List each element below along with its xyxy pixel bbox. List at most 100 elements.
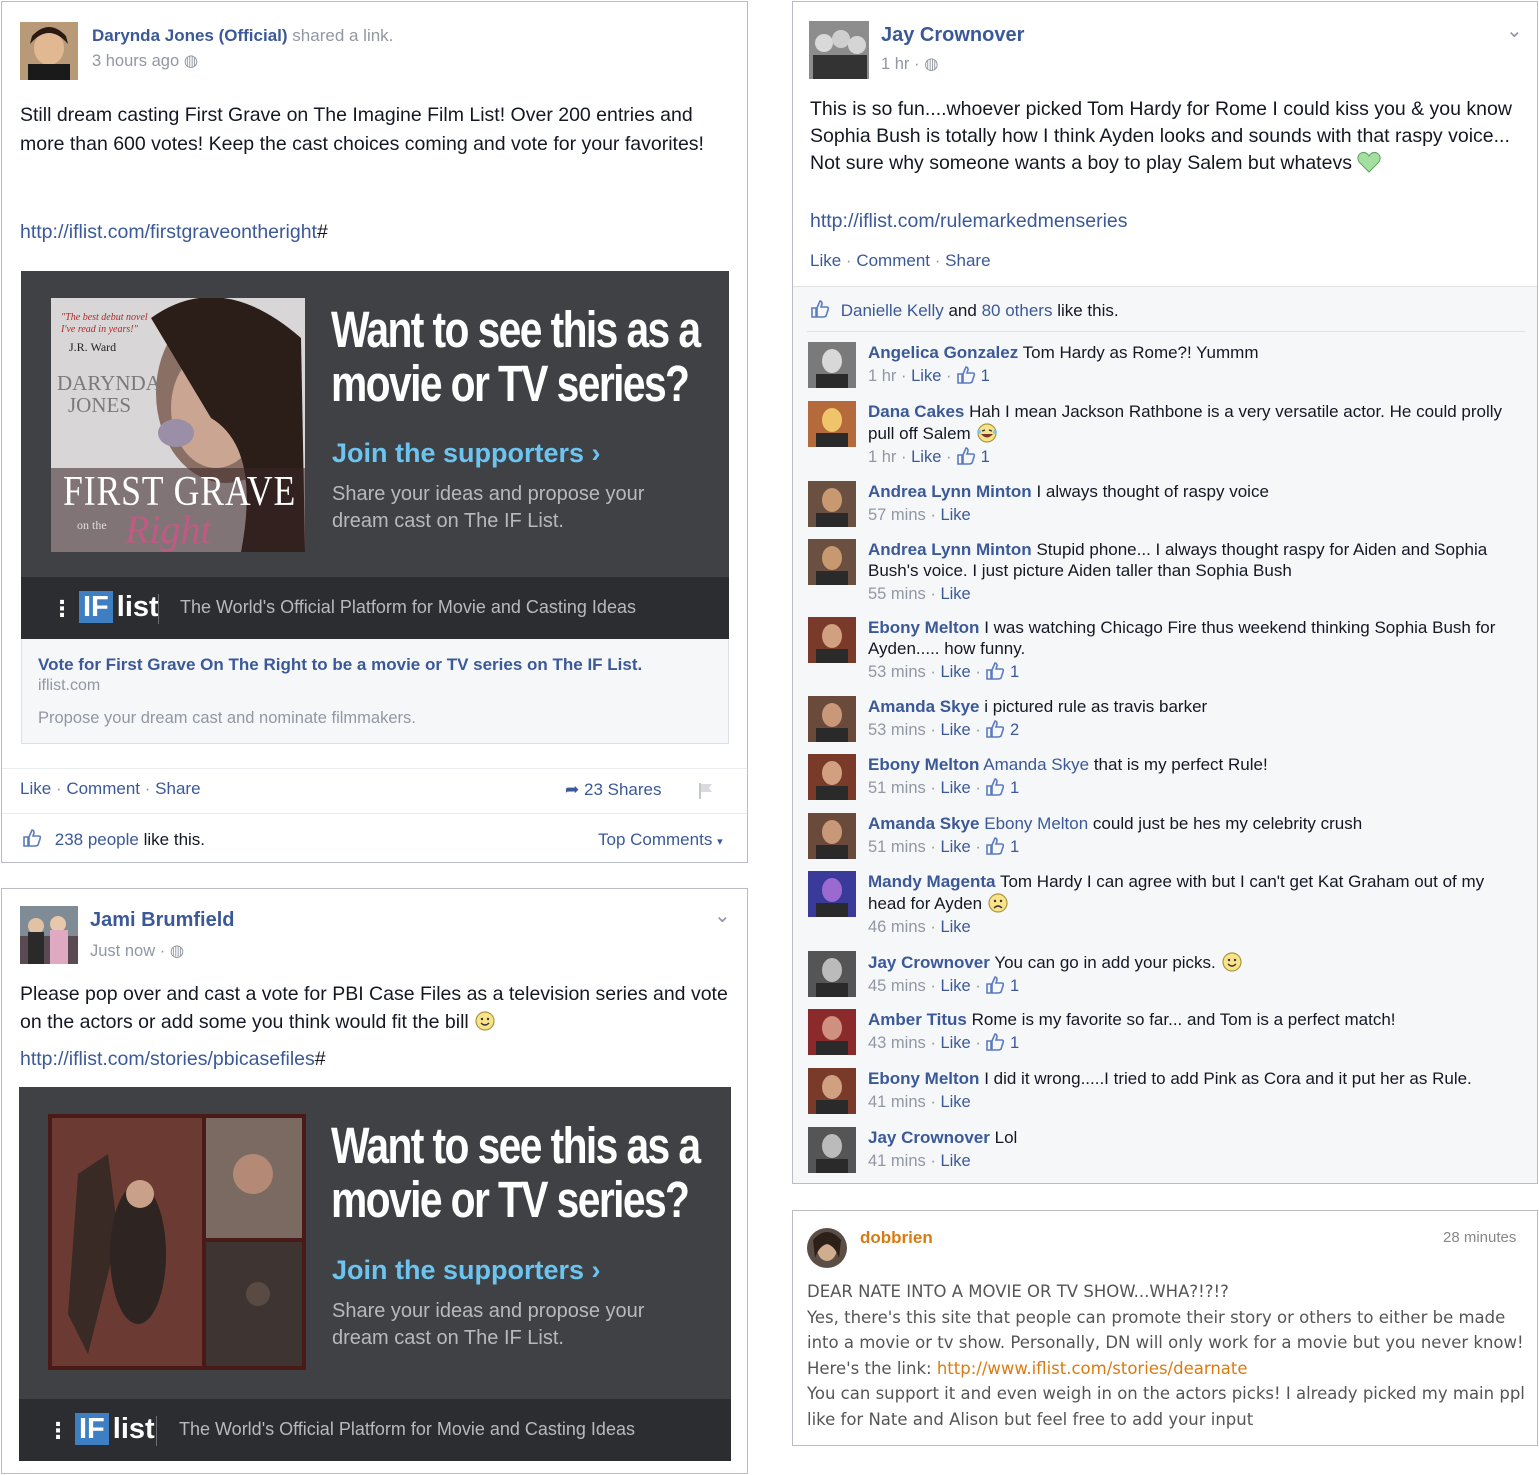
comment-time[interactable]: 1 hr <box>868 448 896 466</box>
comment-tag[interactable]: Amanda Skye <box>983 755 1089 774</box>
comment-time[interactable]: 41 mins <box>868 1152 926 1170</box>
post-time[interactable]: 3 hours ago <box>92 52 179 70</box>
avatar[interactable] <box>808 342 856 388</box>
like-link[interactable]: Like <box>810 251 841 270</box>
top-comments-dropdown[interactable]: Top Comments <box>598 830 712 849</box>
author-name[interactable]: Jay Crownover <box>881 24 1024 47</box>
comment-like-link[interactable]: Like <box>940 977 970 995</box>
comment-author[interactable]: Ebony Melton <box>868 755 979 774</box>
comment-like-link[interactable]: Like <box>940 838 970 856</box>
avatar[interactable] <box>808 481 856 527</box>
comment-time[interactable]: 41 mins <box>868 1093 926 1111</box>
comment-time[interactable]: 57 mins <box>868 506 926 524</box>
flag-icon[interactable] <box>696 782 714 800</box>
comment-time[interactable]: 43 mins <box>868 1034 926 1052</box>
join-supporters-link[interactable]: Join the supporters › <box>332 1255 601 1286</box>
post-time[interactable]: 1 hr <box>881 55 909 73</box>
comment-like-count[interactable]: 1 <box>956 366 990 385</box>
avatar[interactable] <box>808 754 856 800</box>
share-link[interactable]: Share <box>945 251 990 270</box>
post-link[interactable]: http://iflist.com/rulemarkedmenseries <box>810 210 1128 232</box>
post-time[interactable]: Just now <box>90 942 155 960</box>
comment-like-count[interactable]: 1 <box>985 1033 1019 1052</box>
avatar[interactable] <box>808 1127 856 1173</box>
avatar[interactable] <box>809 21 869 79</box>
caret-down-icon[interactable]: ▾ <box>717 836 723 848</box>
author-name[interactable]: dobbrien <box>860 1228 933 1248</box>
comment-like-link[interactable]: Like <box>940 663 970 681</box>
comment-like-count[interactable]: 2 <box>985 720 1019 739</box>
chevron-down-icon[interactable]: ⌄ <box>1506 18 1523 43</box>
comment-time[interactable]: 1 hr <box>868 367 896 385</box>
likes-name[interactable]: Danielle Kelly <box>841 301 944 320</box>
avatar[interactable] <box>808 539 856 585</box>
shares-count[interactable]: 23 Shares <box>584 780 662 799</box>
avatar[interactable] <box>808 1068 856 1114</box>
comment-link[interactable]: Comment <box>856 251 930 270</box>
post-link[interactable]: http://iflist.com/firstgraveontheright <box>20 221 317 243</box>
banner-headline: Want to see this as a <box>331 301 701 358</box>
comment-author[interactable]: Mandy Magenta <box>868 872 996 891</box>
comment-tag[interactable]: Ebony Melton <box>984 814 1088 833</box>
comment-time[interactable]: 45 mins <box>868 977 926 995</box>
avatar[interactable] <box>808 813 856 859</box>
comment-author[interactable]: Amanda Skye <box>868 697 980 716</box>
comment-like-link[interactable]: Like <box>940 585 970 603</box>
link-preview-banner[interactable]: Want to see this as a movie or TV series… <box>19 1087 731 1461</box>
comment-like-count[interactable]: 1 <box>985 778 1019 797</box>
comment-link[interactable]: Comment <box>66 779 140 798</box>
comment-time[interactable]: 55 mins <box>868 585 926 603</box>
comment-author[interactable]: Amanda Skye <box>868 814 980 833</box>
comment-like-link[interactable]: Like <box>940 779 970 797</box>
comment-like-link[interactable]: Like <box>940 506 970 524</box>
comment-author[interactable]: Ebony Melton <box>868 618 979 637</box>
like-link[interactable]: Like <box>20 779 51 798</box>
comment-time[interactable]: 53 mins <box>868 663 926 681</box>
comment-time[interactable]: 46 mins <box>868 918 926 936</box>
chevron-down-icon[interactable]: ⌄ <box>714 903 731 928</box>
comment-author[interactable]: Andrea Lynn Minton <box>868 540 1032 559</box>
likes-people[interactable]: 238 people <box>55 830 139 849</box>
comment-like-count[interactable]: 1 <box>985 662 1019 681</box>
comment-like-link[interactable]: Like <box>940 1034 970 1052</box>
comment-author[interactable]: Andrea Lynn Minton <box>868 482 1032 501</box>
link-caption[interactable]: Vote for First Grave On The Right to be … <box>21 639 729 744</box>
comment-author[interactable]: Dana Cakes <box>868 402 964 421</box>
avatar[interactable] <box>20 906 78 964</box>
avatar[interactable] <box>808 871 856 917</box>
comment-author[interactable]: Jay Crownover <box>868 1128 990 1147</box>
avatar[interactable] <box>808 1009 856 1055</box>
comment-like-link[interactable]: Like <box>911 367 941 385</box>
post-link[interactable]: http://www.iflist.com/stories/dearnate <box>937 1359 1248 1378</box>
comment-time[interactable]: 51 mins <box>868 838 926 856</box>
comment-like-link[interactable]: Like <box>940 918 970 936</box>
avatar[interactable] <box>808 617 856 663</box>
share-link[interactable]: Share <box>155 779 200 798</box>
comment-like-count[interactable]: 1 <box>956 447 990 466</box>
author-name[interactable]: Darynda Jones (Official) <box>92 26 288 45</box>
likes-others[interactable]: 80 others <box>982 301 1053 320</box>
comment-author[interactable]: Angelica Gonzalez <box>868 343 1018 362</box>
post-jami: Jami Brumfield Just now · ◍ ⌄ Please pop… <box>1 888 748 1474</box>
author-name[interactable]: Jami Brumfield <box>90 909 234 932</box>
comment-author[interactable]: Ebony Melton <box>868 1069 979 1088</box>
link-preview-banner[interactable]: "The best debut novel I've read in years… <box>21 271 729 639</box>
join-supporters-link[interactable]: Join the supporters › <box>332 438 601 469</box>
avatar[interactable] <box>808 696 856 742</box>
avatar[interactable] <box>808 951 856 997</box>
avatar[interactable] <box>20 22 78 80</box>
comment-time[interactable]: 53 mins <box>868 721 926 739</box>
comment-time[interactable]: 51 mins <box>868 779 926 797</box>
comment-author[interactable]: Jay Crownover <box>868 953 990 972</box>
avatar[interactable] <box>808 401 856 447</box>
comment-like-link[interactable]: Like <box>940 721 970 739</box>
avatar[interactable] <box>807 1228 847 1268</box>
comment-like-link[interactable]: Like <box>911 448 941 466</box>
comment-like-link[interactable]: Like <box>940 1152 970 1170</box>
comment-like-count[interactable]: 1 <box>985 837 1019 856</box>
link-title[interactable]: Vote for First Grave On The Right to be … <box>38 655 642 675</box>
comment-author[interactable]: Amber Titus <box>868 1010 967 1029</box>
post-link[interactable]: http://iflist.com/stories/pbicasefiles <box>20 1048 315 1070</box>
comment-like-link[interactable]: Like <box>940 1093 970 1111</box>
comment-like-count[interactable]: 1 <box>985 976 1019 995</box>
